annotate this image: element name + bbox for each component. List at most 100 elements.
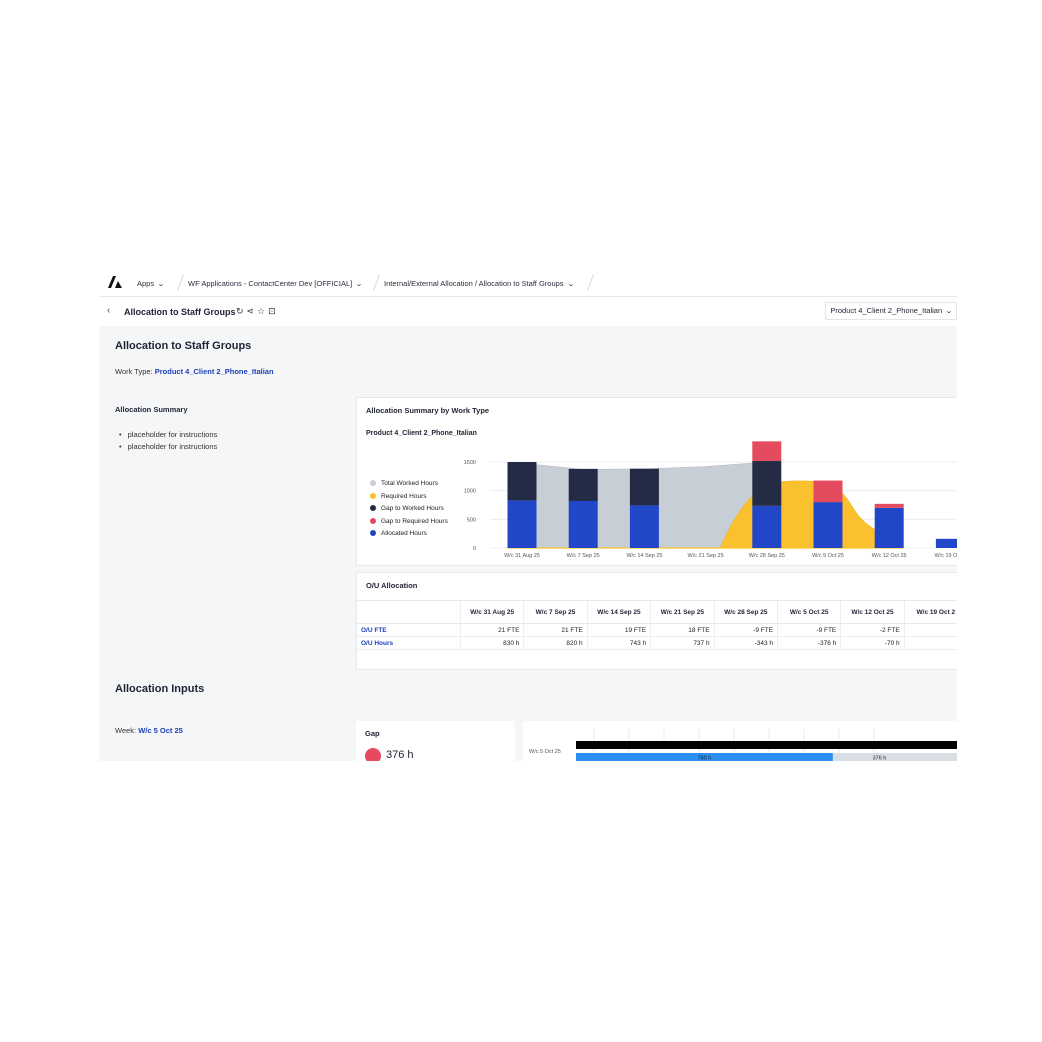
table-cell: -376 h — [777, 636, 841, 650]
bar-gap-segment — [832, 753, 957, 761]
bar-allocated — [874, 507, 904, 548]
table-cell: 21 FTE — [523, 623, 588, 637]
bar-gap-worked — [568, 468, 598, 501]
y-tick-label: 1500 — [464, 460, 476, 466]
legend-item[interactable]: Total Worked Hours — [370, 480, 448, 493]
row-header: O/U FTE — [357, 623, 461, 637]
breadcrumb-page-label: Internal/External Allocation / Allocatio… — [384, 279, 564, 288]
allocation-bar-chart: W/c 5 Oct 25 760 h 376 h — [529, 729, 957, 762]
x-tick-label: W/c 5 Oct 25 — [812, 553, 844, 558]
title-bar: ‹ Allocation to Staff Groups ↻⋖☆⊡ Produc… — [99, 297, 957, 326]
bar-allocated — [935, 538, 957, 548]
x-tick-label: W/c 14 Sep 25 — [626, 553, 662, 558]
column-header: W/c 19 Oct 2 — [903, 600, 957, 624]
legend-item[interactable]: Gap to Required Hours — [370, 517, 448, 531]
gap-value: 376 h — [386, 749, 414, 761]
y-tick-label: 500 — [467, 517, 476, 523]
table-row: O/U Hours 830 h 820 h 743 h 737 h -343 h… — [357, 636, 957, 650]
share-icon[interactable]: ⋖ — [247, 306, 258, 316]
table-cell — [903, 636, 957, 650]
chevron-down-icon: ⌄ — [945, 308, 953, 315]
work-type-select-value: Product 4_Client 2_Phone_Italian — [830, 306, 943, 315]
apps-menu[interactable]: Apps ⌄ — [137, 279, 165, 288]
ou-allocation-card: O/U Allocation W/c 31 Aug 25 W/c 7 Sep 2… — [356, 572, 957, 670]
instruction-bullet: placeholder for instructions — [119, 442, 218, 451]
work-type-select[interactable]: Product 4_Client 2_Phone_Italian ⌄ — [825, 302, 957, 320]
table-cell: -2 FTE — [840, 623, 905, 637]
legend-swatch — [370, 505, 376, 511]
column-header: W/c 14 Sep 25 — [586, 600, 651, 624]
app-window: Apps ⌄ WF Applications - ContactCenter De… — [99, 266, 957, 761]
legend-swatch — [370, 530, 376, 536]
work-type-line: Work Type: Product 4_Client 2_Phone_Ital… — [115, 367, 274, 376]
table-cell: 820 h — [523, 636, 588, 650]
breadcrumb-separator — [177, 274, 184, 291]
column-header: W/c 5 Oct 25 — [777, 600, 841, 624]
y-tick-label: 1000 — [464, 489, 476, 495]
allocation-summary-chart-card: Allocation Summary by Work Type Product … — [356, 397, 957, 566]
title-actions: ↻⋖☆⊡ — [236, 306, 279, 317]
bookmark-icon[interactable]: ⊡ — [268, 306, 279, 316]
table-cell: 830 h — [459, 636, 524, 650]
bar-allocated — [568, 500, 598, 548]
breadcrumb-separator — [373, 274, 380, 291]
star-icon[interactable]: ☆ — [257, 306, 268, 316]
column-header: W/c 31 Aug 25 — [459, 600, 524, 624]
table-cell: -343 h — [713, 636, 778, 650]
table-header-blank — [357, 600, 461, 624]
page-title: Allocation to Staff Groups — [124, 307, 236, 317]
row-header: O/U Hours — [357, 636, 461, 650]
breadcrumb-app-label: WF Applications - ContactCenter Dev [OFF… — [188, 279, 353, 288]
y-tick-label: 0 — [473, 546, 476, 552]
bar-gap-required — [813, 480, 843, 503]
apps-label: Apps — [137, 279, 155, 288]
work-type-label: Work Type: — [115, 367, 153, 376]
x-tick-label: W/c 19 Oct 2 — [935, 553, 957, 558]
gap-status-indicator — [365, 748, 381, 761]
bar-allocated-label: 760 h — [698, 756, 712, 762]
legend-swatch — [370, 517, 376, 524]
table-cell: 743 h — [586, 636, 651, 650]
x-tick-label: W/c 21 Sep 25 — [688, 553, 724, 558]
x-tick-label: W/c 28 Sep 25 — [749, 553, 785, 558]
bar-gap-worked — [752, 461, 782, 506]
legend-item[interactable]: Allocated Hours — [370, 530, 448, 543]
bar-gap-worked — [507, 462, 537, 501]
column-header: W/c 21 Sep 25 — [650, 600, 715, 624]
legend-item[interactable]: Required Hours — [370, 492, 448, 506]
allocation-chart: 0 500 1000 1500 W/c 31 Aug 25 W/c 7 Sep 25 W/c… — [464, 441, 957, 558]
ou-allocation-title: O/U Allocation — [366, 581, 418, 590]
legend-label: Gap to Worked Hours — [381, 505, 444, 512]
legend-item[interactable]: Gap to Worked Hours — [370, 505, 448, 518]
bar-gap-worked — [629, 468, 659, 506]
legend-label: Total Worked Hours — [381, 480, 438, 487]
chart-legend: Total Worked Hours Required Hours Gap to… — [370, 480, 448, 543]
bar-row-label: W/c 5 Oct 25 — [529, 749, 561, 755]
bar-allocated — [752, 505, 782, 548]
instruction-bullet: placeholder for instructions — [119, 430, 218, 439]
x-tick-label: W/c 7 Sep 25 — [567, 553, 600, 558]
column-header: W/c 7 Sep 25 — [523, 600, 588, 624]
column-header: W/c 12 Oct 25 — [840, 600, 905, 624]
chevron-down-icon: ⌄ — [355, 281, 363, 288]
table-cell: 737 h — [650, 636, 715, 650]
bar-gap-required — [752, 441, 782, 462]
app-logo-icon[interactable] — [108, 276, 122, 288]
bar-gap-required — [874, 503, 904, 508]
chevron-down-icon: ⌄ — [157, 281, 165, 288]
work-type-value[interactable]: Product 4_Client 2_Phone_Italian — [155, 367, 274, 376]
refresh-icon[interactable]: ↻ — [236, 306, 247, 316]
section-heading: Allocation to Staff Groups — [115, 340, 252, 352]
allocation-inputs-heading: Allocation Inputs — [115, 683, 205, 695]
bar-allocated — [813, 502, 843, 548]
breadcrumb-separator — [587, 274, 594, 291]
back-icon[interactable]: ‹ — [107, 305, 110, 316]
breadcrumb-page[interactable]: Internal/External Allocation / Allocatio… — [384, 279, 574, 288]
table-cell — [903, 623, 957, 637]
bar-gap-label: 376 h — [873, 756, 887, 762]
bar-allocated — [629, 505, 659, 548]
table-cell: -9 FTE — [777, 623, 841, 637]
week-value[interactable]: W/c 5 Oct 25 — [138, 726, 183, 735]
table-header-row: W/c 31 Aug 25 W/c 7 Sep 25 W/c 14 Sep 25… — [357, 600, 957, 624]
breadcrumb-app[interactable]: WF Applications - ContactCenter Dev [OFF… — [188, 279, 363, 288]
